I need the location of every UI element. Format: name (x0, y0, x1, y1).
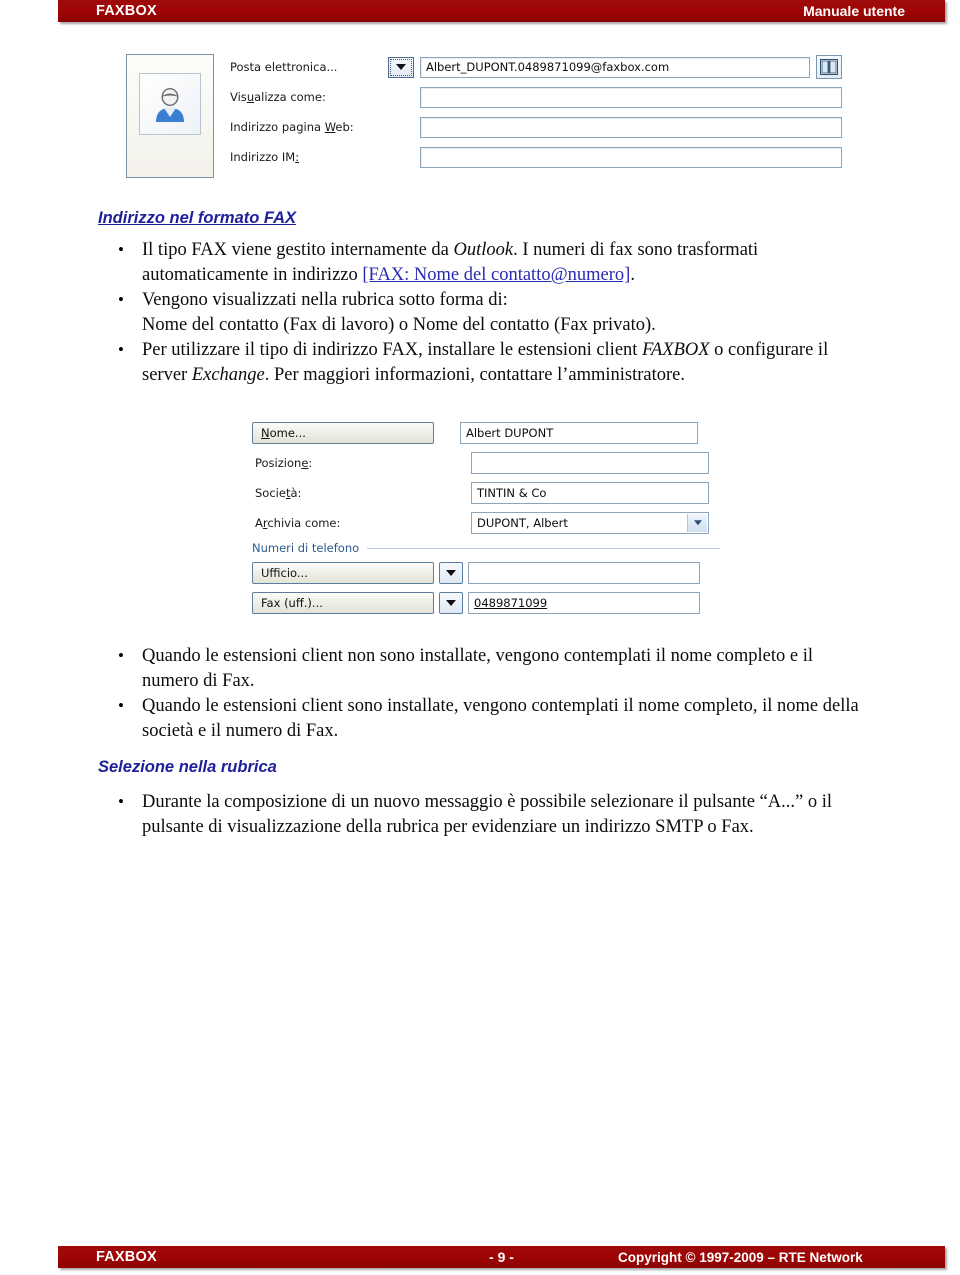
page-footer-bar: FAXBOX - 9 - Copyright © 1997-2009 – RTE… (58, 1246, 945, 1268)
nome-button[interactable]: Nome... (252, 422, 434, 444)
bullet-rubrica-select: Durante la composizione di un nuovo mess… (108, 789, 868, 840)
footer-product-name: FAXBOX (96, 1249, 157, 1265)
posizione-input[interactable] (471, 452, 709, 474)
contact-row-societa: Società: TINTIN & Co (252, 478, 722, 508)
contact-person-icon (156, 88, 184, 122)
row-visualizza-come: Visualizza come: (230, 82, 842, 112)
address-book-button[interactable] (816, 55, 842, 79)
ufficio-button-label: Ufficio... (261, 566, 308, 580)
label-posta-elettronica: Posta elettronica... (230, 60, 338, 74)
group-numeri-di-telefono: Numeri di telefono (252, 538, 722, 558)
nome-button-label: Nome... (261, 426, 306, 440)
bullet-rubrica-display: Vengono visualizzati nella rubrica sotto… (108, 287, 848, 338)
heading-selezione-nella-rubrica: Selezione nella rubrica (98, 758, 277, 776)
group-legend-label: Numeri di telefono (252, 541, 360, 555)
bullet-with-extensions: Quando le estensioni client sono install… (108, 693, 868, 744)
phone-row-fax-ufficio: Fax (uff.)... 0489871099 (252, 588, 722, 618)
bullet-fax-type: Il tipo FAX viene gestito internamente d… (108, 237, 848, 288)
screenshot-outlook-email-fields: Posta elettronica... Albert_DUPONT.04898… (126, 52, 842, 186)
label-posizione: Posizione: (255, 456, 313, 470)
row-indirizzo-web: Indirizzo pagina Web: (230, 112, 842, 142)
fax-ufficio-dropdown-button[interactable] (439, 592, 463, 614)
contact-row-archivia-come: Archivia come: DUPONT, Albert (252, 508, 722, 538)
societa-input[interactable]: TINTIN & Co (471, 482, 709, 504)
contact-photo-inner (139, 73, 201, 135)
screenshot-outlook-contact-form: Nome... Albert DUPONT Posizione: Società… (252, 418, 722, 630)
indirizzo-web-input[interactable] (420, 116, 842, 138)
footer-copyright: Copyright © 1997-2009 – RTE Network (618, 1249, 863, 1265)
footer-page-number: - 9 - (489, 1249, 514, 1265)
bullet-client-extensions: Per utilizzare il tipo di indirizzo FAX,… (108, 337, 848, 388)
label-archivia-come: Archivia come: (255, 516, 341, 530)
row-indirizzo-im: Indirizzo IM: (230, 142, 842, 172)
posta-elettronica-dropdown-button[interactable] (388, 56, 414, 78)
contact-row-nome: Nome... Albert DUPONT (252, 418, 722, 448)
chevron-down-icon (396, 64, 406, 70)
bullet-no-extensions: Quando le estensioni client non sono ins… (108, 643, 868, 694)
fax-ufficio-button-label: Fax (uff.)... (261, 596, 323, 610)
nome-input[interactable]: Albert DUPONT (460, 422, 698, 444)
archivia-come-combobox[interactable]: DUPONT, Albert (471, 512, 709, 534)
contact-photo-frame (126, 54, 214, 178)
ufficio-dropdown-button[interactable] (439, 562, 463, 584)
label-societa: Società: (255, 486, 302, 500)
societa-value: TINTIN & Co (477, 486, 547, 500)
chevron-down-icon[interactable] (687, 514, 707, 532)
label-visualizza-come: Visualizza come: (230, 90, 326, 104)
page-header-bar: FAXBOX Manuale utente (58, 0, 945, 22)
bullet-list-rubrica-selection: Durante la composizione di un nuovo mess… (108, 789, 868, 840)
header-document-title: Manuale utente (803, 3, 905, 19)
address-book-icon (820, 59, 838, 75)
fax-ufficio-input[interactable]: 0489871099 (468, 592, 700, 614)
group-divider (367, 547, 720, 549)
indirizzo-im-input[interactable] (420, 146, 842, 168)
chevron-down-icon (446, 600, 456, 606)
email-address-value: Albert_DUPONT.0489871099@faxbox.com (426, 60, 670, 74)
visualizza-come-input[interactable] (420, 86, 842, 108)
header-product-name: FAXBOX (96, 3, 157, 19)
heading-indirizzo-formato-fax: Indirizzo nel formato FAX (98, 209, 297, 227)
label-indirizzo-pagina-web: Indirizzo pagina Web: (230, 120, 354, 134)
fax-address-format-link[interactable]: [FAX: Nome del contatto@numero] (362, 265, 630, 285)
email-field-rows: Posta elettronica... Albert_DUPONT.04898… (230, 52, 842, 172)
nome-value: Albert DUPONT (466, 426, 554, 440)
row-posta-elettronica: Posta elettronica... Albert_DUPONT.04898… (230, 52, 842, 82)
contact-row-posizione: Posizione: (252, 448, 722, 478)
email-address-input[interactable]: Albert_DUPONT.0489871099@faxbox.com (420, 56, 810, 78)
archivia-come-value: DUPONT, Albert (477, 516, 568, 530)
ufficio-button[interactable]: Ufficio... (252, 562, 434, 584)
fax-ufficio-value: 0489871099 (474, 596, 548, 610)
ufficio-input[interactable] (468, 562, 700, 584)
bullet-list-fax-format: Il tipo FAX viene gestito internamente d… (108, 237, 848, 388)
phone-row-ufficio: Ufficio... (252, 558, 722, 588)
chevron-down-icon (446, 570, 456, 576)
fax-ufficio-button[interactable]: Fax (uff.)... (252, 592, 434, 614)
label-indirizzo-im: Indirizzo IM: (230, 150, 300, 164)
bullet-list-extensions: Quando le estensioni client non sono ins… (108, 643, 868, 744)
